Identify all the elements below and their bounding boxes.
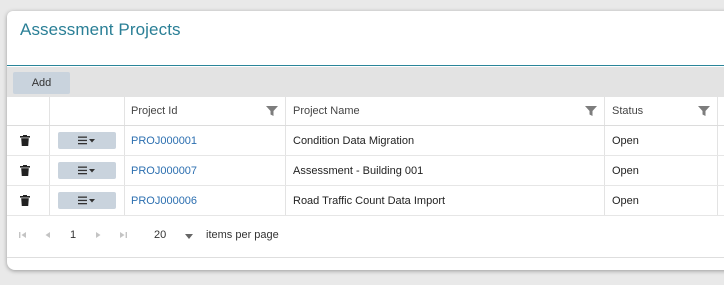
add-button[interactable]: Add (13, 72, 70, 94)
project-id-link[interactable]: PROJ000006 (131, 195, 197, 207)
project-name-cell: Road Traffic Count Data Import (286, 186, 605, 215)
row-actions-button[interactable] (58, 132, 116, 149)
grid-pager: 1 20 items per page (7, 215, 724, 258)
column-header-project-id[interactable]: Project Id (125, 97, 286, 125)
header-filler (718, 97, 724, 125)
row-filler (718, 126, 724, 155)
status-cell: Open (605, 186, 718, 215)
header-delete-column (7, 97, 50, 125)
project-id-cell: PROJ000006 (125, 186, 286, 215)
column-header-status[interactable]: Status (605, 97, 718, 125)
row-filler (718, 186, 724, 215)
filter-icon[interactable] (266, 106, 278, 116)
menu-dropdown-icon (78, 196, 95, 205)
row-filler (718, 156, 724, 185)
actions-cell (50, 186, 125, 215)
table-row: PROJ000006 Road Traffic Count Data Impor… (7, 186, 724, 216)
trash-icon[interactable] (19, 165, 30, 176)
row-actions-button[interactable] (58, 192, 116, 209)
filter-icon[interactable] (585, 106, 597, 116)
title-divider (7, 65, 724, 66)
current-page-number[interactable]: 1 (70, 227, 76, 243)
table-row: PROJ000001 Condition Data Migration Open (7, 126, 724, 156)
actions-cell (50, 126, 125, 155)
menu-dropdown-icon (78, 166, 95, 175)
delete-cell (7, 186, 50, 215)
assessment-projects-panel: Assessment Projects Add Project Id Proje… (7, 11, 724, 270)
chevron-down-icon[interactable] (185, 234, 193, 239)
status-cell: Open (605, 126, 718, 155)
menu-dropdown-icon (78, 136, 95, 145)
first-page-icon[interactable] (19, 227, 27, 243)
previous-page-icon[interactable] (45, 227, 51, 243)
filter-icon[interactable] (698, 106, 710, 116)
delete-cell (7, 156, 50, 185)
last-page-icon[interactable] (119, 227, 127, 243)
column-header-label: Status (612, 105, 644, 117)
actions-cell (50, 156, 125, 185)
grid-toolbar: Add (7, 67, 724, 97)
column-header-label: Project Name (293, 105, 360, 117)
project-name-cell: Condition Data Migration (286, 126, 605, 155)
trash-icon[interactable] (19, 135, 30, 146)
column-header-project-name[interactable]: Project Name (286, 97, 605, 125)
project-name-cell: Assessment - Building 001 (286, 156, 605, 185)
project-id-cell: PROJ000001 (125, 126, 286, 155)
column-header-label: Project Id (131, 105, 178, 117)
project-id-link[interactable]: PROJ000007 (131, 165, 197, 177)
grid-header-row: Project Id Project Name Status (7, 97, 724, 126)
trash-icon[interactable] (19, 195, 30, 206)
items-per-page-label: items per page (206, 229, 279, 241)
delete-cell (7, 126, 50, 155)
status-cell: Open (605, 156, 718, 185)
header-actions-column (50, 97, 125, 125)
page-size-select[interactable]: 20 (154, 229, 166, 241)
next-page-icon[interactable] (95, 227, 101, 243)
table-row: PROJ000007 Assessment - Building 001 Ope… (7, 156, 724, 186)
project-id-cell: PROJ000007 (125, 156, 286, 185)
row-actions-button[interactable] (58, 162, 116, 179)
page-title: Assessment Projects (20, 20, 181, 39)
projects-grid: Project Id Project Name Status PROJ00000… (7, 97, 724, 216)
project-id-link[interactable]: PROJ000001 (131, 135, 197, 147)
